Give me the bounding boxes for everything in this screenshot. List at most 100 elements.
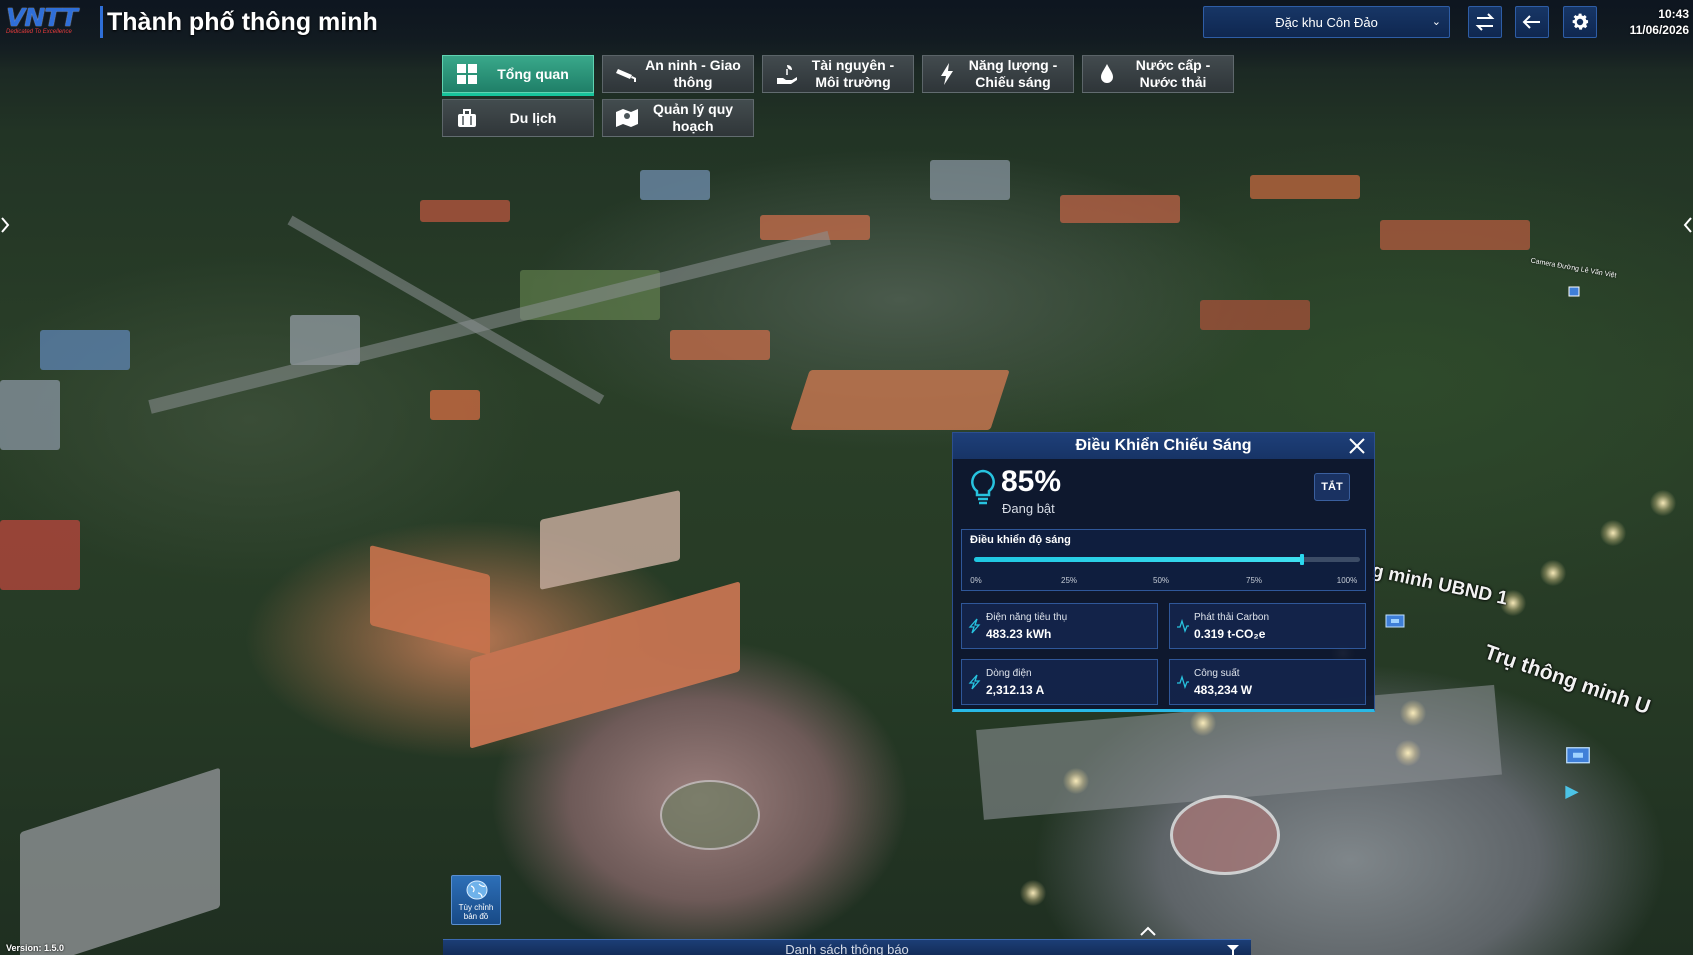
metric-value: 483.23 kWh (986, 627, 1052, 641)
camera-pin-icon[interactable] (1568, 286, 1580, 300)
back-button[interactable] (1515, 6, 1549, 38)
basemap-label-line2: bản đồ (463, 912, 489, 921)
tab-nuoc-cap-nuoc-thai[interactable]: Nước cấp - Nước thải (1082, 55, 1234, 93)
metric-label: Dòng điện (986, 668, 1032, 679)
pulse-icon (1177, 674, 1189, 689)
chevron-up-icon[interactable] (1133, 924, 1163, 938)
building (430, 390, 480, 420)
metric-carbon: Phát thải Carbon 0.319 t-CO₂e (1169, 603, 1366, 649)
panel-header: Điều Khiển Chiếu Sáng (953, 433, 1374, 459)
right-panel-expand-icon[interactable] (1683, 216, 1693, 234)
street-light (1650, 490, 1676, 516)
building (540, 490, 680, 590)
tab-label: Năng lượng - Chiếu sáng (968, 57, 1058, 90)
tab-quan-ly-quy-hoach[interactable]: Quản lý quy hoạch (602, 99, 754, 137)
brightness-percent: 85% (1001, 465, 1062, 498)
region-select[interactable]: Đặc khu Côn Đảo ⌄ (1203, 6, 1450, 38)
brightness-control: Điều khiển độ sáng 0% 25% 50% 75% 100% (961, 529, 1366, 591)
turn-off-button[interactable]: TẮT (1314, 473, 1350, 501)
tab-label: Nước cấp - Nước thải (1135, 57, 1211, 90)
brightness-slider-handle[interactable] (1300, 554, 1305, 565)
building (0, 520, 80, 590)
tab-tai-nguyen-moi-truong[interactable]: Tài nguyên - Môi trường (762, 55, 914, 93)
tab-an-ninh-giao-thong[interactable]: An ninh - Giao thông (602, 55, 754, 93)
light-bulb-icon (971, 469, 995, 505)
logo-tagline: Dedicated To Excellence (6, 29, 72, 35)
tab-label: Quản lý quy hoạch (652, 101, 734, 134)
light-state: Đang bật (1002, 501, 1055, 516)
building (370, 545, 490, 655)
tab-nang-luong-chieu-sang[interactable]: Năng lượng - Chiếu sáng (922, 55, 1074, 93)
panel-title: Điều Khiển Chiếu Sáng (1075, 437, 1252, 454)
close-icon[interactable] (1348, 437, 1366, 455)
hand-leaf-icon (777, 65, 797, 84)
roundabout (1170, 795, 1280, 875)
street-light (1540, 560, 1566, 586)
building (1200, 300, 1310, 330)
notifications-bar[interactable]: Danh sách thông báo (443, 939, 1251, 955)
left-panel-expand-icon[interactable] (0, 216, 10, 234)
back-arrow-icon (1522, 15, 1540, 29)
basemap-label-line1: Tùy chỉnh (458, 903, 494, 912)
region-select-value: Đặc khu Côn Đảo (1275, 14, 1378, 30)
tab-label: Tài nguyên - Môi trường (811, 57, 895, 90)
metric-value: 0.319 t-CO₂e (1194, 627, 1266, 641)
lightning-icon (968, 674, 981, 690)
metric-label: Công suất (1194, 668, 1240, 679)
logo-text: VNTT (6, 3, 78, 32)
building (1060, 195, 1180, 223)
title-divider (100, 6, 103, 38)
street-light (1190, 710, 1216, 736)
metric-current: Dòng điện 2,312.13 A (961, 659, 1158, 705)
metric-label: Điện năng tiêu thụ (986, 612, 1068, 623)
globe-map-icon (466, 880, 488, 900)
tab-tong-quan[interactable]: Tổng quan (442, 55, 594, 93)
gear-icon (1572, 13, 1589, 30)
lightning-icon (941, 63, 953, 85)
slider-tick-label: 0% (970, 576, 982, 585)
street-light (1020, 880, 1046, 906)
tab-du-lich[interactable]: Du lịch (442, 99, 594, 137)
lightning-icon (968, 618, 981, 634)
building (790, 370, 1010, 430)
plaza-fountain (660, 780, 760, 850)
smart-pole-pin-icon[interactable] (1563, 744, 1593, 774)
street-light (1063, 768, 1089, 794)
clock: 10:43 11/06/2026 (1630, 6, 1689, 38)
building (20, 767, 220, 955)
tab-label: An ninh - Giao thông (645, 57, 741, 90)
clock-time: 10:43 (1658, 7, 1689, 21)
switch-view-button[interactable] (1468, 6, 1502, 38)
filter-icon[interactable] (1226, 944, 1240, 955)
building (470, 581, 740, 749)
metric-power: Công suất 483,234 W (1169, 659, 1366, 705)
brightness-slider[interactable] (974, 554, 1360, 565)
slider-tick-label: 25% (1060, 576, 1078, 585)
basemap-settings-button[interactable]: Tùy chỉnh bản đồ (451, 875, 501, 925)
street-light (1400, 700, 1426, 726)
luggage-icon (458, 109, 476, 127)
water-drop-icon (1101, 64, 1113, 83)
slider-tick-label: 100% (1336, 576, 1358, 585)
settings-button[interactable] (1563, 6, 1597, 38)
building (640, 170, 710, 200)
tab-label: Du lịch (509, 109, 557, 126)
city-3d-map[interactable] (0, 0, 1693, 955)
cctv-icon (616, 69, 636, 82)
map-pin-icon (616, 109, 638, 127)
metric-value: 483,234 W (1194, 683, 1253, 697)
pulse-icon (1177, 618, 1189, 633)
building (1250, 175, 1360, 199)
building (670, 330, 770, 360)
metric-energy: Điện năng tiêu thụ 483.23 kWh (961, 603, 1158, 649)
street-light (1600, 520, 1626, 546)
brightness-slider-fill (974, 557, 1303, 562)
smart-pole-pin-icon[interactable] (1383, 612, 1407, 636)
version-label: Version: 1.5.0 (6, 943, 65, 953)
notifications-label: Danh sách thông báo (785, 942, 909, 955)
building (930, 160, 1010, 200)
metric-label: Phát thải Carbon (1194, 612, 1270, 623)
location-flag-icon[interactable] (1562, 784, 1582, 804)
chevron-down-icon: ⌄ (1431, 16, 1441, 28)
brightness-title: Điều khiển độ sáng (970, 534, 1071, 546)
